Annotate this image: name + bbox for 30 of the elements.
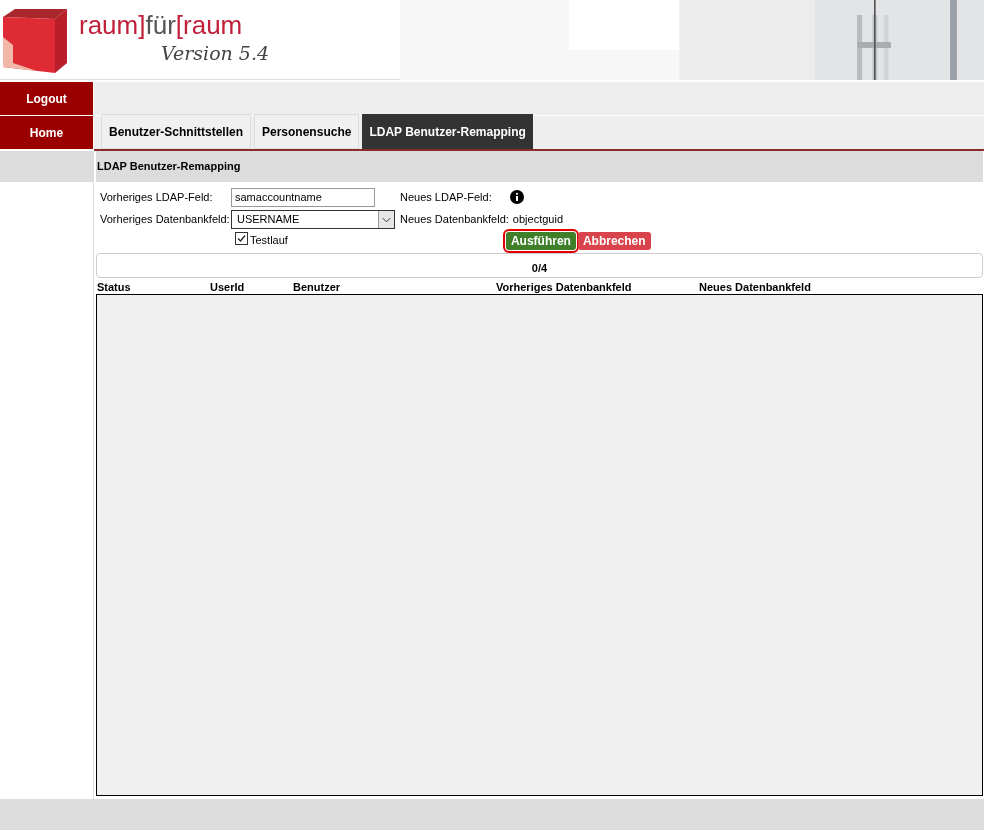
tab[interactable]: LDAP Benutzer-Remapping — [362, 114, 533, 149]
chevron-down-icon — [378, 210, 394, 228]
logo-text: für — [145, 11, 176, 40]
cancel-button[interactable]: Abbrechen — [577, 232, 651, 250]
testrun-checkbox[interactable] — [235, 232, 248, 245]
column-header: Status — [96, 281, 132, 294]
progress-text: 0/4 — [531, 260, 548, 276]
sidebar-item[interactable]: Logout — [0, 82, 94, 115]
field-value: objectguid — [512, 211, 563, 227]
field-label: Neues Datenbankfeld: — [400, 211, 509, 227]
database-field-dropdown[interactable]: USERNAME — [231, 209, 395, 229]
checkbox-label: Testlauf — [250, 233, 288, 248]
tab[interactable]: Personensuche — [254, 114, 360, 149]
ldap-field-input[interactable]: samaccountname — [231, 187, 375, 207]
logo-text: raum] — [79, 11, 146, 40]
column-header: Vorheriges Datenbankfeld — [495, 281, 633, 294]
logo-text: [raum — [175, 11, 243, 40]
field-label: Neues LDAP-Feld: — [400, 189, 493, 205]
tab[interactable]: Benutzer-Schnittstellen — [101, 114, 251, 149]
column-header: Neues Datenbankfeld — [698, 281, 812, 294]
section-header: LDAP Benutzer-Remapping — [96, 151, 983, 182]
run-button[interactable]: Ausführen — [505, 232, 576, 250]
field-label: Vorheriges LDAP-Feld: — [100, 189, 214, 205]
column-header: Benutzer — [292, 281, 342, 294]
version-label: Version 5.4 — [161, 41, 270, 67]
sidebar-item[interactable]: Home — [0, 116, 94, 149]
column-header: UserId — [209, 281, 246, 294]
cube-logo-icon — [3, 6, 67, 73]
field-label: Vorheriges Datenbankfeld: — [100, 211, 231, 227]
info-icon — [510, 190, 524, 204]
